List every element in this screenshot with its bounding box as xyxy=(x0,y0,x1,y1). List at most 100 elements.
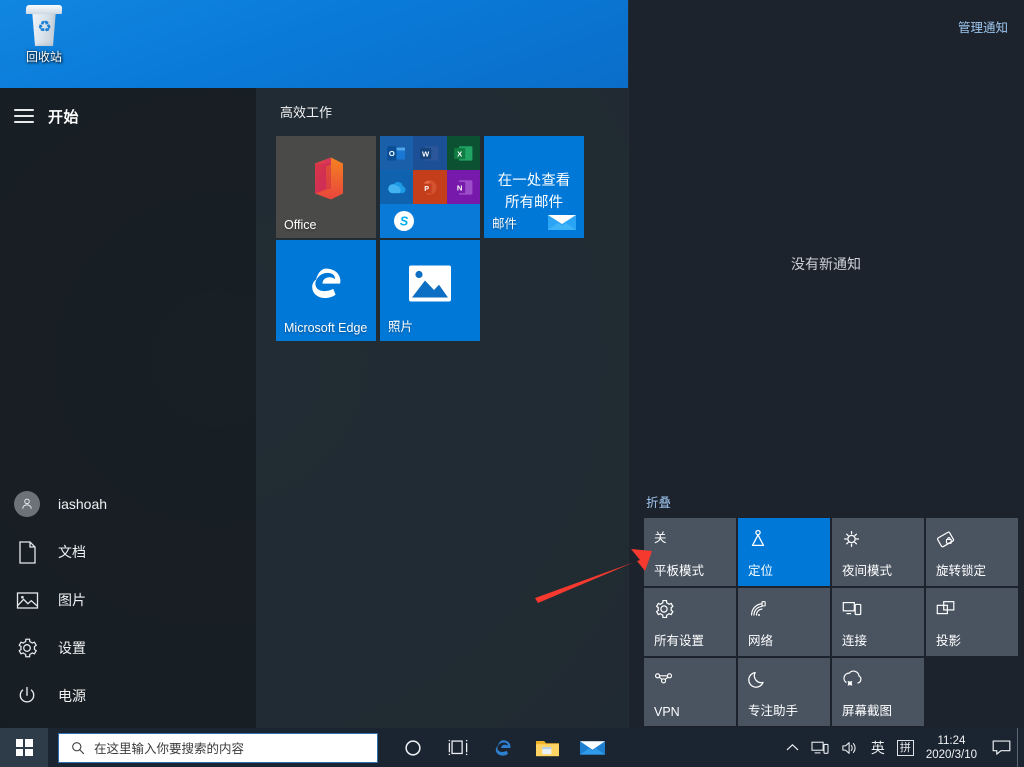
sidebar-item-label: iashoah xyxy=(58,496,107,512)
taskbar-clock[interactable]: 11:24 2020/3/10 xyxy=(920,728,986,767)
taskbar: 在这里输入你要搜索的内容 xyxy=(0,728,1024,767)
recycle-bin-desktop-icon[interactable]: ♻ 回收站 xyxy=(8,4,80,74)
quick-action-tablet-mode[interactable]: 关 平板模式 xyxy=(644,518,736,586)
quick-action-project[interactable]: 投影 xyxy=(926,588,1018,656)
action-center-button[interactable] xyxy=(986,728,1017,767)
sidebar-item-user[interactable]: iashoah xyxy=(0,480,256,528)
app-word-icon[interactable]: W xyxy=(413,136,446,170)
quick-action-location[interactable]: 定位 xyxy=(738,518,830,586)
sidebar-item-pictures[interactable]: 图片 xyxy=(0,576,256,624)
sidebar-item-label: 图片 xyxy=(58,590,86,610)
speaker-icon xyxy=(841,740,859,756)
taskbar-button-mail[interactable] xyxy=(570,728,615,767)
taskbar-button-file-explorer[interactable] xyxy=(525,728,570,767)
quick-action-network[interactable]: 网络 xyxy=(738,588,830,656)
tile-mail[interactable]: 在一处查看所有邮件 邮件 xyxy=(484,136,584,238)
quick-action-screen-snip[interactable]: 屏幕截图 xyxy=(832,658,924,726)
folder-icon xyxy=(535,737,560,758)
sidebar-item-settings[interactable]: 设置 xyxy=(0,624,256,672)
quick-action-label: 投影 xyxy=(936,630,961,649)
no-notifications-text: 没有新通知 xyxy=(628,254,1024,274)
quick-action-label: VPN xyxy=(654,705,680,719)
quick-action-label: 平板模式 xyxy=(654,560,704,579)
moon-icon xyxy=(747,668,769,695)
tile-group-title: 高效工作 xyxy=(276,102,628,131)
user-avatar-icon xyxy=(14,491,40,517)
app-excel-icon[interactable]: X xyxy=(447,136,480,170)
app-powerpoint-icon[interactable]: P xyxy=(413,170,446,204)
gear-icon xyxy=(14,635,40,661)
show-desktop-button[interactable] xyxy=(1017,728,1024,767)
location-pin-icon xyxy=(747,528,769,555)
quick-action-label: 网络 xyxy=(748,630,773,649)
connect-display-icon xyxy=(841,598,863,625)
taskbar-button-cortana[interactable] xyxy=(390,728,435,767)
action-center-icon xyxy=(992,739,1011,756)
rotation-lock-icon xyxy=(935,528,957,555)
sidebar-item-documents[interactable]: 文档 xyxy=(0,528,256,576)
search-input[interactable]: 在这里输入你要搜索的内容 xyxy=(58,733,378,763)
search-placeholder: 在这里输入你要搜索的内容 xyxy=(94,738,244,757)
quick-action-label: 定位 xyxy=(748,560,773,579)
mail-envelope-icon xyxy=(548,213,576,232)
project-screen-icon xyxy=(935,598,957,625)
start-menu-sidebar-items: iashoah 文档 图片 设置 xyxy=(0,480,256,728)
tray-ime-mode-wrap[interactable]: 拼 xyxy=(891,728,920,767)
quick-action-night-light[interactable]: 夜间模式 xyxy=(832,518,924,586)
hamburger-menu-icon[interactable] xyxy=(14,109,34,123)
quick-action-label: 所有设置 xyxy=(654,630,704,649)
app-onenote-icon[interactable]: N xyxy=(447,170,480,204)
windows-logo-icon xyxy=(16,739,33,756)
taskbar-button-task-view[interactable] xyxy=(435,728,480,767)
sidebar-item-label: 电源 xyxy=(58,686,86,706)
quick-action-all-settings[interactable]: 所有设置 xyxy=(644,588,736,656)
wifi-icon xyxy=(747,598,769,625)
quick-action-vpn[interactable]: VPN xyxy=(644,658,736,726)
quick-actions-grid: 关 平板模式 定位 夜间模式 旋转锁定 所有设置 网络 xyxy=(644,518,1020,726)
quick-action-rotation-lock[interactable]: 旋转锁定 xyxy=(926,518,1018,586)
start-button[interactable] xyxy=(0,728,48,767)
start-menu-tile-area: 高效工作 xyxy=(256,88,628,728)
tray-overflow-button[interactable] xyxy=(780,728,805,767)
desktop-wallpaper xyxy=(0,0,628,88)
system-tray: 英 拼 11:24 2020/3/10 xyxy=(780,728,1024,767)
sidebar-item-label: 设置 xyxy=(58,638,86,658)
quick-action-label: 屏幕截图 xyxy=(842,700,892,719)
tray-ime-mode: 拼 xyxy=(897,740,914,756)
start-menu-header[interactable]: 开始 xyxy=(0,93,256,139)
chevron-up-icon xyxy=(786,743,799,752)
quick-action-state: 关 xyxy=(654,527,667,546)
quick-action-label: 夜间模式 xyxy=(842,560,892,579)
app-skype-icon[interactable]: S xyxy=(380,204,480,238)
tray-ime-language[interactable]: 英 xyxy=(865,728,891,767)
tile-office[interactable]: Office xyxy=(276,136,376,238)
photos-icon xyxy=(408,265,452,308)
taskbar-button-edge[interactable] xyxy=(480,728,525,767)
tray-volume-button[interactable] xyxy=(835,728,865,767)
task-view-icon xyxy=(447,738,469,757)
sidebar-item-power[interactable]: 电源 xyxy=(0,672,256,720)
tile-label: Microsoft Edge xyxy=(284,321,367,335)
search-icon xyxy=(71,741,85,755)
quick-action-connect[interactable]: 连接 xyxy=(832,588,924,656)
tray-network-button[interactable] xyxy=(805,728,835,767)
recycle-bin-label: 回收站 xyxy=(26,50,62,64)
svg-text:W: W xyxy=(423,149,431,158)
picture-icon xyxy=(14,587,40,613)
collapse-quick-actions-link[interactable]: 折叠 xyxy=(646,492,671,511)
app-outlook-icon[interactable]: O xyxy=(380,136,413,170)
clock-time: 11:24 xyxy=(937,734,965,748)
office-logo-icon xyxy=(305,155,347,206)
start-menu-sidebar: 开始 iashoah 文档 图片 xyxy=(0,88,256,728)
manage-notifications-link[interactable]: 管理通知 xyxy=(958,17,1008,36)
tile-office-apps[interactable]: O W X P N xyxy=(380,136,480,238)
clock-date: 2020/3/10 xyxy=(926,748,977,762)
quick-action-focus-assist[interactable]: 专注助手 xyxy=(738,658,830,726)
tile-photos[interactable]: 照片 xyxy=(380,240,480,341)
recycle-bin-icon: ♻ xyxy=(24,4,64,48)
tile-mail-headline: 在一处查看所有邮件 xyxy=(484,170,584,214)
tile-microsoft-edge[interactable]: Microsoft Edge xyxy=(276,240,376,341)
document-icon xyxy=(14,539,40,565)
app-onedrive-icon[interactable] xyxy=(380,170,413,204)
network-icon xyxy=(811,740,829,756)
